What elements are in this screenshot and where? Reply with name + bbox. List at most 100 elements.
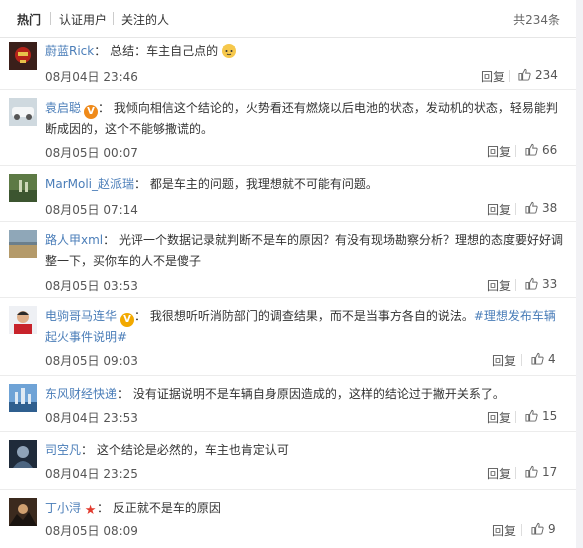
- like-count: 15: [542, 409, 558, 423]
- reply-button[interactable]: 回复: [492, 352, 516, 369]
- comment-user[interactable]: 电驹哥马连华: [45, 309, 117, 323]
- comment-tabs: 热门 认证用户 关注的人 共234条: [0, 0, 576, 38]
- avatar[interactable]: [9, 440, 37, 468]
- comment-user[interactable]: 东风财经快递: [45, 387, 117, 401]
- colon: ：: [103, 233, 116, 247]
- like-button[interactable]: 234: [518, 68, 558, 82]
- red-star-icon: ★: [84, 503, 97, 518]
- avatar[interactable]: [9, 498, 37, 526]
- like-button[interactable]: 66: [525, 143, 557, 157]
- comment-time: 08月04日 23:53: [45, 411, 138, 425]
- comment-time: 08月05日 03:53: [45, 279, 138, 293]
- colon: ：: [98, 101, 111, 115]
- colon: ：: [94, 44, 107, 58]
- thumbs-up-icon: [525, 465, 538, 478]
- comment-user[interactable]: 司空凡: [45, 443, 81, 457]
- reply-button[interactable]: 回复: [487, 201, 511, 218]
- action-divider: [509, 70, 510, 82]
- comment-text: 我很想听听消防部门的调查结果，而不是当事方各自的说法。: [149, 309, 474, 323]
- comment-time: 08月04日 23:25: [45, 467, 138, 481]
- like-button[interactable]: 17: [525, 465, 557, 479]
- scrollbar[interactable]: [576, 0, 583, 548]
- comment-time: 08月05日 08:09: [45, 524, 138, 538]
- comment-item: 路人甲xml： 光评一个数据记录就判断不是车的原因？有没有现场勘察分析？理想的态…: [0, 222, 576, 298]
- comment-panel: 热门 认证用户 关注的人 共234条 蔚蓝Rick： 总结：车主自己点的 08月…: [0, 0, 576, 548]
- avatar[interactable]: [9, 384, 37, 412]
- comment-user[interactable]: 袁启聪: [45, 101, 81, 115]
- verified-gold-icon: V: [120, 313, 135, 327]
- comment-item: 袁启聪 V： 我倾向相信这个结论的，火势看还有燃烧以后电池的状态，发动机的状态，轻…: [0, 90, 576, 166]
- avatar[interactable]: [9, 98, 37, 126]
- comment-text: 反正就不是车的原因: [112, 501, 221, 515]
- reply-button[interactable]: 回复: [487, 465, 511, 482]
- comment-time: 08月05日 07:14: [45, 203, 138, 217]
- like-count: 17: [542, 465, 558, 479]
- reply-button[interactable]: 回复: [481, 68, 505, 85]
- comment-text: 光评一个数据记录就判断不是车的原因？有没有现场勘察分析？理想的态度要好好调整一下…: [45, 233, 563, 268]
- comment-text: 都是车主的问题，我理想就不可能有问题。: [149, 177, 378, 191]
- action-divider: [515, 467, 516, 479]
- thumbs-up-icon: [525, 143, 538, 156]
- like-count: 9: [548, 522, 556, 536]
- comment-item: 丁小浔 ★： 反正就不是车的原因 08月05日 08:09 回复 9: [0, 490, 576, 548]
- avatar[interactable]: [9, 306, 37, 334]
- reply-button[interactable]: 回复: [487, 409, 511, 426]
- thumbs-up-icon: [525, 277, 538, 290]
- comment-text: 这个结论是必然的，车主也肯定认可: [96, 443, 289, 457]
- colon: ：: [117, 387, 130, 401]
- comment-time: 08月05日 09:03: [45, 354, 138, 368]
- like-count: 234: [535, 68, 558, 82]
- colon: ：: [97, 501, 110, 515]
- like-count: 33: [542, 277, 558, 291]
- comment-item: 蔚蓝Rick： 总结：车主自己点的 08月04日 23:46 回复 234: [0, 38, 576, 90]
- avatar[interactable]: [9, 174, 37, 202]
- action-divider: [515, 203, 516, 215]
- colon: ：: [81, 443, 94, 457]
- thumbs-up-icon: [531, 522, 544, 535]
- tab-divider: [113, 12, 114, 25]
- thumbs-up-icon: [531, 352, 544, 365]
- comment-time: 08月05日 00:07: [45, 146, 138, 160]
- comment-user[interactable]: MarMoli_赵派瑞: [45, 177, 134, 191]
- action-divider: [515, 279, 516, 291]
- comment-text: 我倾向相信这个结论的，火势看还有燃烧以后电池的状态，发动机的状态，轻易能判断成因…: [45, 101, 558, 136]
- comment-item: 电驹哥马连华 V： 我很想听听消防部门的调查结果，而不是当事方各自的说法。#理想发…: [0, 298, 576, 376]
- like-button[interactable]: 15: [525, 409, 557, 423]
- comment-text: 没有证据说明不是车辆自身原因造成的，这样的结论过于撇开关系了。: [132, 387, 505, 401]
- tab-following[interactable]: 关注的人: [121, 11, 169, 28]
- like-button[interactable]: 38: [525, 201, 557, 215]
- tab-verified-users[interactable]: 认证用户: [59, 11, 107, 28]
- like-button[interactable]: 9: [531, 522, 556, 536]
- thumbs-up-icon: [525, 201, 538, 214]
- action-divider: [515, 145, 516, 157]
- reply-button[interactable]: 回复: [487, 277, 511, 294]
- thumbs-up-icon: [525, 409, 538, 422]
- comment-time: 08月04日 23:46: [45, 70, 138, 84]
- like-button[interactable]: 33: [525, 277, 557, 291]
- comment-item: MarMoli_赵派瑞： 都是车主的问题，我理想就不可能有问题。 08月05日 …: [0, 166, 576, 222]
- action-divider: [521, 524, 522, 536]
- action-divider: [521, 354, 522, 366]
- like-count: 4: [548, 352, 556, 366]
- tab-hot[interactable]: 热门: [17, 11, 41, 28]
- action-divider: [515, 411, 516, 423]
- comment-item: 司空凡： 这个结论是必然的，车主也肯定认可 08月04日 23:25 回复 17: [0, 432, 576, 490]
- like-count: 38: [542, 201, 558, 215]
- like-count: 66: [542, 143, 558, 157]
- avatar[interactable]: [9, 230, 37, 258]
- like-button[interactable]: 4: [531, 352, 556, 366]
- avatar[interactable]: [9, 42, 37, 70]
- colon: ：: [134, 177, 147, 191]
- comment-user[interactable]: 路人甲xml: [45, 233, 103, 247]
- comment-user[interactable]: 蔚蓝Rick: [45, 44, 94, 58]
- comment-text: 总结：车主自己点的: [110, 44, 219, 58]
- comment-item: 东风财经快递： 没有证据说明不是车辆自身原因造成的，这样的结论过于撇开关系了。 …: [0, 376, 576, 432]
- colon: ：: [134, 309, 147, 323]
- verified-orange-icon: V: [84, 105, 99, 119]
- reply-button[interactable]: 回复: [487, 143, 511, 160]
- comment-user[interactable]: 丁小浔: [45, 501, 81, 515]
- reply-button[interactable]: 回复: [492, 522, 516, 539]
- cat-face-emoji-icon: [222, 44, 237, 58]
- tab-divider: [50, 12, 51, 25]
- comment-total: 共234条: [513, 13, 560, 27]
